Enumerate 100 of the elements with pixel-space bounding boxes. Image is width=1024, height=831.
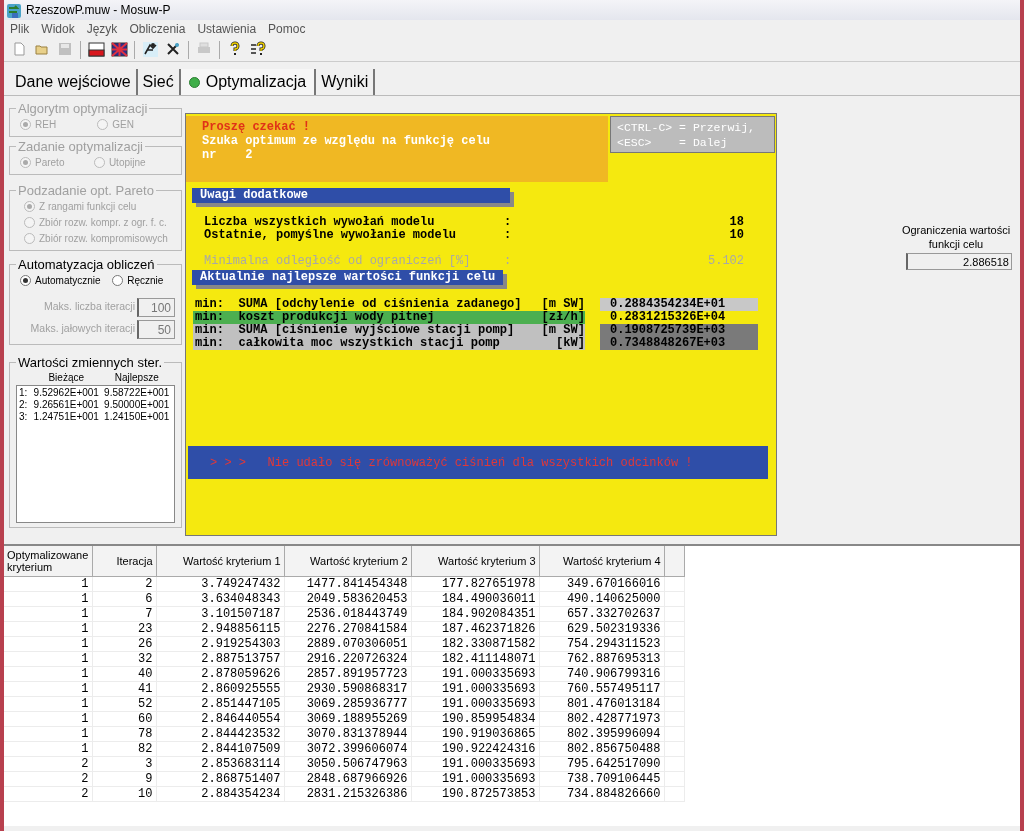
table-cell: 184.902084351 (411, 606, 539, 621)
table-cell: 2 (4, 786, 92, 801)
table-cell: 2.878059626 (156, 666, 284, 681)
window-title: RzeszowP.muw - Mosuw-P (26, 2, 171, 19)
menu-item[interactable]: Język (86, 20, 118, 38)
column-header[interactable]: Wartość kryterium 1 (156, 546, 284, 576)
app-icon (6, 2, 22, 19)
menu-item[interactable]: Ustawienia (197, 20, 257, 38)
stat-separator: : (504, 216, 513, 229)
table-cell: 2.868751407 (156, 771, 284, 786)
table-cell: 3072.399606074 (284, 741, 411, 756)
objective-value: 0.7348848267E+03 (600, 337, 758, 350)
table-cell: 802.856750488 (539, 741, 664, 756)
table-cell: 2.846440554 (156, 711, 284, 726)
list-cell-text: 1: (19, 387, 29, 399)
table-cell: 190.872573853 (411, 786, 539, 801)
menu-item[interactable]: Plik (10, 20, 30, 38)
group-title: Algorytm optymalizacji (17, 101, 149, 116)
list-cell-text: 3: (19, 411, 29, 423)
radio-label: REH (35, 117, 57, 132)
menu-item[interactable]: Obliczenia (129, 20, 186, 38)
column-header: Bieżące (47, 371, 86, 385)
warning-message: > > > Nie udało się zrównoważyć ciśnień dla wszystkich odcinków ! (188, 446, 768, 479)
table-cell: 177.827651978 (411, 576, 539, 591)
stat-label: Liczba wszystkich wywołań modelu (204, 216, 436, 229)
table-cell: 1 (4, 606, 92, 621)
group-title: Podzadanie opt. Pareto (17, 183, 155, 198)
list-cell-text: 1.24150E+001 (103, 411, 171, 423)
table-cell: 187.462371826 (411, 621, 539, 636)
table-cell: 2 (4, 756, 92, 771)
list-cell-text: 9.52962E+001 (32, 387, 100, 399)
help-list-icon[interactable] (249, 41, 267, 58)
table-cell: 802.395996094 (539, 726, 664, 741)
radio-button[interactable] (112, 274, 124, 286)
table-cell: 2.860925555 (156, 681, 284, 696)
table-cell: 2.853683114 (156, 756, 284, 771)
table-cell: 82 (92, 741, 156, 756)
stat-value: 18 (728, 216, 744, 229)
table-cell: 190.922424316 (411, 741, 539, 756)
column-header[interactable]: Iteracja (92, 546, 156, 576)
table-cell: 52 (92, 696, 156, 711)
table-cell: 6 (92, 591, 156, 606)
table-cell: 32 (92, 651, 156, 666)
table-cell: 191.000335693 (411, 756, 539, 771)
radio-label: Zbiór rozw. kompr. z ogr. f. c. (39, 215, 167, 230)
column-header[interactable]: Optymalizowane kryterium (4, 546, 92, 576)
table-cell: 657.332702637 (539, 606, 664, 621)
tab[interactable]: Optymalizacja (180, 69, 317, 95)
menu-item[interactable]: Pomoc (268, 20, 306, 38)
table-cell: 802.428771973 (539, 711, 664, 726)
table-cell: 40 (92, 666, 156, 681)
table-cell: 2.844107509 (156, 741, 284, 756)
table-cell: 1 (4, 711, 92, 726)
radio-label: Utopijne (108, 155, 146, 170)
table-cell: 349.670166016 (539, 576, 664, 591)
stat-label: Ostatnie, pomyślne wywołanie modelu (204, 229, 458, 242)
radio-label: Z rangami funkcji celu (39, 199, 137, 214)
group-title: Automatyzacja obliczeń (17, 257, 156, 272)
table-cell: 3069.188955269 (284, 711, 411, 726)
table-cell: 738.709106445 (539, 771, 664, 786)
table-cell: 1 (4, 576, 92, 591)
table-cell: 60 (92, 711, 156, 726)
table-cell: 2.919254303 (156, 636, 284, 651)
shortcut-text: <ESC> = Dalej (617, 135, 729, 150)
table-cell: 184.490036011 (411, 591, 539, 606)
flag-icon[interactable] (87, 41, 105, 58)
column-header[interactable]: Wartość kryterium 2 (284, 546, 411, 576)
table-cell: 2857.891957723 (284, 666, 411, 681)
flag-icon[interactable] (110, 41, 128, 58)
table-cell: 734.884826660 (539, 786, 664, 801)
table-cell: 182.411148071 (411, 651, 539, 666)
table-cell: 1 (4, 726, 92, 741)
table-cell: 2.884354234 (156, 786, 284, 801)
column-header[interactable]: Wartość kryterium 3 (411, 546, 539, 576)
value-field[interactable]: 2.886518 (906, 253, 1012, 270)
table-cell: 1477.841454348 (284, 576, 411, 591)
table-cell: 10 (92, 786, 156, 801)
table-cell: 2 (92, 576, 156, 591)
stat-label: Minimalna odległość od ograniczeń [%] (204, 255, 472, 268)
radio-label: Zbiór rozw. kompromisowych (39, 231, 168, 246)
table-cell: 1 (4, 681, 92, 696)
table-cell: 2831.215326386 (284, 786, 411, 801)
field-label: Maks. jałowych iteracji (30, 321, 135, 337)
unit-text: [kW] (555, 337, 585, 350)
console-line: nr 2 (202, 148, 254, 162)
table-cell: 2889.070306051 (284, 636, 411, 651)
unit-text: [m SW] (541, 298, 585, 311)
status-text: Proszę czekać ! (202, 120, 312, 134)
radio-button[interactable] (20, 274, 31, 286)
table-cell: 2930.590868317 (284, 681, 411, 696)
field-label: Maks. liczba iteracji (43, 299, 135, 315)
table-cell: 2848.687966926 (284, 771, 411, 786)
table-cell: 7 (92, 606, 156, 621)
table-cell: 26 (92, 636, 156, 651)
table-cell: 2.844423532 (156, 726, 284, 741)
table-cell: 191.000335693 (411, 681, 539, 696)
list-cell-text: 2: (19, 399, 29, 411)
menu-item[interactable]: Widok (41, 20, 75, 38)
column-header[interactable]: Wartość kryterium 4 (539, 546, 664, 576)
table-cell: 762.887695313 (539, 651, 664, 666)
